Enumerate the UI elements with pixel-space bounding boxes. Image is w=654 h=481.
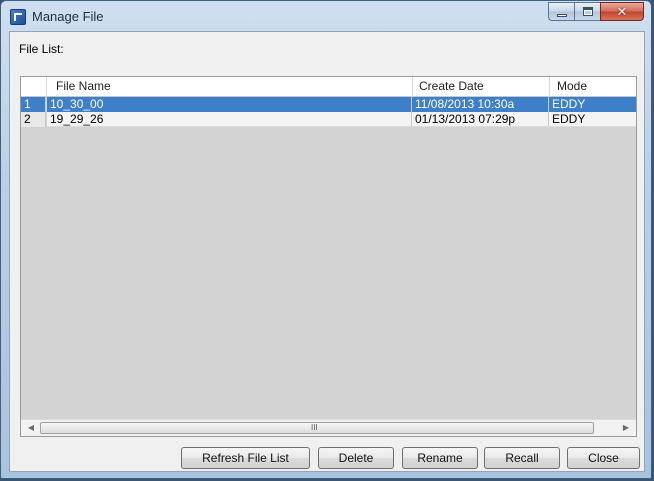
file-table: File Name Create Date Mode 1 10_30_00 11… [20,76,637,437]
mode-cell[interactable]: EDDY [549,112,636,127]
scrollbar-thumb[interactable]: III [40,422,594,434]
minimize-button[interactable] [548,2,574,21]
column-header-file-name[interactable]: File Name [56,77,406,96]
column-header-mode[interactable]: Mode [557,77,636,96]
close-icon: ✕ [616,4,628,19]
scrollbar-grip: III [311,423,318,432]
mode-cell[interactable]: EDDY [549,97,636,112]
row-header-corner [21,77,47,96]
file-list-label: File List: [19,42,64,56]
maximize-icon [583,7,593,16]
app-icon [10,9,26,25]
manage-file-window: Manage File ✕ File List: File Name Creat… [0,0,652,479]
column-header-create-date[interactable]: Create Date [419,77,544,96]
create-date-cell[interactable]: 01/13/2013 07:29p [412,112,549,127]
title-bar[interactable]: Manage File ✕ [1,1,651,31]
row-number[interactable]: 2 [21,112,46,127]
rename-button[interactable]: Rename [402,447,478,469]
refresh-file-list-button[interactable]: Refresh File List [181,447,310,469]
maximize-button[interactable] [574,2,600,21]
scroll-right-arrow-icon[interactable]: ▶ [618,421,634,435]
table-row[interactable]: 1 10_30_00 11/08/2013 10:30a EDDY [21,97,636,112]
create-date-cell[interactable]: 11/08/2013 10:30a [412,97,549,112]
table-header: File Name Create Date Mode [21,77,636,97]
delete-button[interactable]: Delete [318,447,394,469]
window-title: Manage File [32,9,104,24]
file-name-cell[interactable]: 19_29_26 [47,112,412,127]
recall-button[interactable]: Recall [484,447,560,469]
scroll-left-arrow-icon[interactable]: ◀ [23,421,39,435]
dialog-body: File List: File Name Create Date Mode 1 … [9,31,645,472]
minimize-icon [557,14,567,17]
file-name-cell[interactable]: 10_30_00 [47,97,412,112]
close-button[interactable]: Close [567,447,640,469]
caption-buttons: ✕ [548,2,644,22]
table-row[interactable]: 2 19_29_26 01/13/2013 07:29p EDDY [21,112,636,127]
horizontal-scrollbar[interactable]: ◀ III ▶ [21,419,636,436]
row-number[interactable]: 1 [21,97,46,112]
close-window-button[interactable]: ✕ [600,2,644,21]
